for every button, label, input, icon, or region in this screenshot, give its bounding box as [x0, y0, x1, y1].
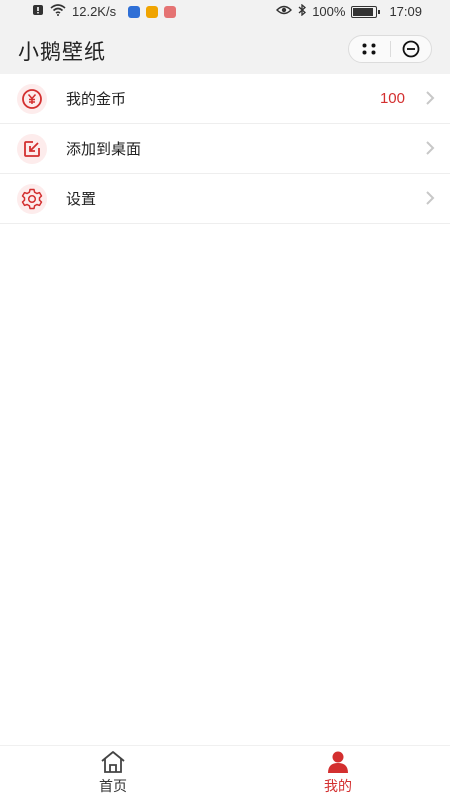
tab-home[interactable]: 首页: [53, 750, 173, 798]
battery-icon: [351, 5, 381, 18]
settings-gear-icon: [17, 183, 47, 214]
app-notification-icon: [128, 5, 141, 18]
dots-icon: [362, 43, 376, 55]
page-title: 小鹅壁纸: [18, 41, 106, 64]
coin-balance: 100: [379, 90, 405, 107]
menu-list: 我的金币 100 添加到桌面 设置: [0, 74, 450, 224]
chevron-right-icon: [426, 91, 435, 105]
add-to-desktop-icon: [17, 133, 47, 164]
tab-label: 我的: [324, 778, 352, 794]
chevron-right-icon: [426, 141, 435, 155]
bottom-tab-bar: 首页 我的: [0, 745, 450, 800]
user-icon: [328, 751, 348, 773]
home-icon: [101, 751, 125, 773]
menu-item-label: 添加到桌面: [66, 141, 142, 158]
close-miniprogram-button[interactable]: [391, 36, 432, 62]
bluetooth-icon: [298, 3, 307, 19]
wifi-icon: [50, 4, 66, 19]
chevron-right-icon: [426, 191, 435, 205]
mail-notification-icon: [146, 5, 159, 18]
battery-percent: 100%: [312, 4, 346, 19]
app-header: 小鹅壁纸: [0, 24, 450, 74]
network-speed: 12.2K/s: [72, 4, 117, 19]
menu-item-coins[interactable]: 我的金币 100: [0, 74, 450, 124]
status-bar: 12.2K/s 100% 17:09: [0, 0, 450, 24]
menu-item-label: 设置: [66, 191, 97, 208]
notification-alert-icon: [32, 4, 44, 19]
clock: 17:09: [389, 4, 422, 19]
miniprogram-capsule: [348, 35, 432, 63]
menu-item-settings[interactable]: 设置: [0, 174, 450, 224]
more-options-button[interactable]: [349, 36, 390, 62]
coin-icon: [17, 83, 47, 114]
calendar-notification-icon: [164, 5, 177, 18]
eye-icon: [276, 4, 293, 19]
minus-circle-icon: [402, 40, 420, 58]
tab-mine[interactable]: 我的: [278, 750, 398, 798]
menu-item-add-to-desktop[interactable]: 添加到桌面: [0, 124, 450, 174]
menu-item-label: 我的金币: [66, 91, 127, 108]
tab-label: 首页: [99, 778, 127, 794]
